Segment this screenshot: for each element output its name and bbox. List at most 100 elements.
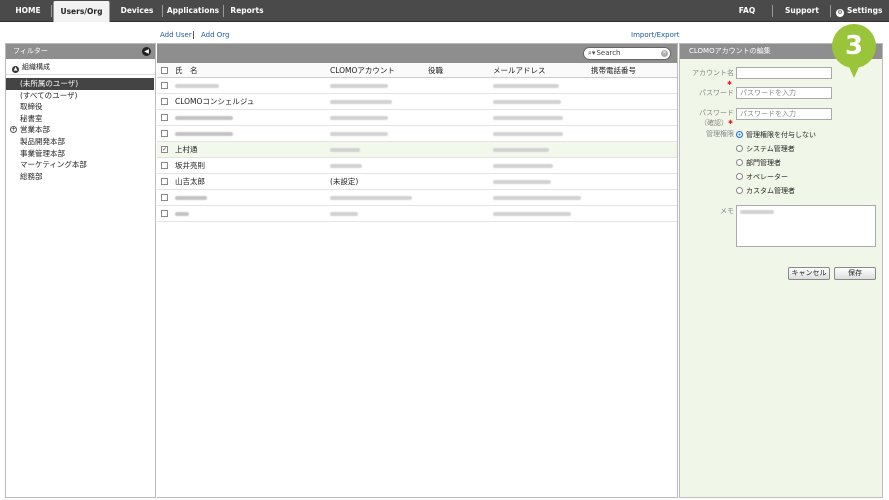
top-nav-bar: HOME Users/Org Devices Applications Repo… (0, 0, 889, 22)
nav-reports[interactable]: Reports (225, 0, 269, 22)
collapse-panel-icon[interactable]: ◀ (142, 47, 151, 56)
tree-item-all-users[interactable]: (すべてのユーザ) (6, 90, 155, 102)
password-confirm-field[interactable]: パスワードを入力 (736, 108, 832, 120)
import-export-link[interactable]: Import/Export (631, 31, 680, 39)
redacted-text (740, 210, 774, 214)
row-checkbox[interactable] (161, 130, 168, 137)
memo-textarea[interactable] (736, 205, 876, 247)
nav-support[interactable]: Support (782, 0, 822, 22)
nav-home[interactable]: HOME (6, 0, 50, 22)
role-option-label: カスタム管理者 (746, 187, 795, 195)
role-option-label: オペレーター (746, 173, 788, 181)
role-option-dept-admin[interactable]: 部門管理者 (736, 158, 781, 168)
row-checkbox[interactable] (161, 194, 168, 201)
search-icon: ⌕▾ (588, 49, 596, 57)
tree-item-directors[interactable]: 取締役 (6, 101, 155, 113)
password-confirm-sublabel: （確認） (700, 119, 728, 127)
save-button[interactable]: 保存 (834, 267, 876, 280)
row-checkbox[interactable] (161, 178, 168, 185)
row-checkbox[interactable] (161, 114, 168, 121)
filter-header: フィルター ◀ (6, 44, 155, 59)
nav-applications[interactable]: Applications (164, 0, 222, 22)
role-option-custom-admin[interactable]: カスタム管理者 (736, 186, 795, 196)
account-name-label: アカウント名 (692, 69, 734, 77)
nav-settings[interactable]: ⚙ Settings (836, 0, 882, 22)
table-row[interactable]: CLOMOコンシェルジュ (157, 94, 677, 110)
user-account: (未設定) (330, 177, 359, 186)
row-checkbox[interactable] (161, 162, 168, 169)
nav-divider (51, 5, 52, 17)
org-structure-toggle[interactable]: ▲ 組織構成 (6, 59, 155, 75)
tree-item-sales-label: 営業本部 (20, 125, 50, 135)
cancel-button[interactable]: キャンセル (788, 267, 830, 280)
select-all-checkbox[interactable] (161, 67, 168, 74)
radio-icon (736, 159, 743, 166)
redacted-text (175, 196, 207, 200)
nav-devices[interactable]: Devices (113, 0, 161, 22)
header-phone[interactable]: 携帯電話番号 (591, 63, 636, 78)
tree-item-general-affairs[interactable]: 総務部 (6, 171, 155, 183)
radio-selected-icon (736, 131, 743, 138)
redacted-text (330, 148, 360, 152)
expand-plus-icon[interactable]: + (10, 126, 17, 134)
role-option-system-admin[interactable]: システム管理者 (736, 144, 795, 154)
redacted-text (493, 148, 549, 152)
nav-divider (162, 5, 163, 17)
account-name-field[interactable] (736, 67, 832, 79)
redacted-text (175, 84, 219, 88)
role-option-label: システム管理者 (746, 145, 795, 153)
list-header-row: 氏 名 CLOMOアカウント 役職 メールアドレス 携帯電話番号 (157, 63, 677, 78)
table-row[interactable]: 山吉太郎 (未設定) (157, 174, 677, 190)
header-position[interactable]: 役職 (428, 63, 443, 78)
header-name[interactable]: 氏 名 (175, 63, 198, 78)
role-option-operator[interactable]: オペレーター (736, 172, 788, 182)
tree-item-sales[interactable]: + 営業本部 (6, 124, 155, 136)
nav-faq[interactable]: FAQ (732, 0, 762, 22)
radio-icon (736, 145, 743, 152)
row-checkbox-checked[interactable]: ✓ (161, 146, 168, 153)
row-checkbox[interactable] (161, 82, 168, 89)
org-structure-label: 組織構成 (22, 63, 50, 71)
header-email[interactable]: メールアドレス (493, 63, 546, 78)
table-row[interactable] (157, 206, 677, 222)
row-checkbox[interactable] (161, 98, 168, 105)
redacted-text (330, 132, 388, 136)
clear-search-icon[interactable]: ✕ (661, 50, 668, 57)
nav-divider (772, 5, 773, 17)
tree-item-marketing[interactable]: マーケティング本部 (6, 159, 155, 171)
tree-item-secretariat[interactable]: 秘書室 (6, 113, 155, 125)
table-row[interactable] (157, 78, 677, 94)
search-placeholder: Search (596, 49, 621, 57)
add-org-link[interactable]: Add Org (201, 31, 230, 39)
table-row[interactable] (157, 110, 677, 126)
filter-title: フィルター (13, 47, 48, 55)
tree-item-product-dev[interactable]: 製品開発本部 (6, 136, 155, 148)
tree-item-business-mgmt[interactable]: 事業管理本部 (6, 148, 155, 160)
tree-item-unassigned[interactable]: (未所属のユーザ) (6, 78, 154, 90)
user-name: CLOMOコンシェルジュ (175, 97, 255, 106)
table-row[interactable]: 坂井亮則 (157, 158, 677, 174)
table-row[interactable] (157, 126, 677, 142)
nav-settings-label: Settings (847, 6, 883, 15)
role-option-label: 管理権限を付与しない (746, 131, 816, 139)
table-row[interactable]: ✓ 上村通 (157, 142, 677, 158)
nav-divider (830, 5, 831, 17)
search-input[interactable]: ⌕▾Search ✕ (583, 47, 671, 60)
add-user-link[interactable]: Add User (160, 31, 192, 39)
nav-divider (223, 5, 224, 17)
list-toolbar: ⌕▾Search ✕ (157, 44, 677, 63)
row-checkbox[interactable] (161, 210, 168, 217)
table-row[interactable] (157, 190, 677, 206)
user-list-panel: ⌕▾Search ✕ 氏 名 CLOMOアカウント 役職 メールアドレス 携帯電… (157, 43, 678, 498)
user-name: 坂井亮則 (175, 161, 205, 170)
required-mark: ✱ (728, 119, 734, 126)
password-field[interactable]: パスワードを入力 (736, 87, 832, 99)
nav-users-org[interactable]: Users/Org (53, 1, 110, 22)
collapse-circle-icon: ▲ (12, 66, 19, 73)
redacted-text (330, 196, 412, 200)
role-label: 管理権限 (706, 130, 734, 138)
role-option-none[interactable]: 管理権限を付与しない (736, 130, 816, 140)
filter-panel: フィルター ◀ ▲ 組織構成 (未所属のユーザ) (すべてのユーザ) 取締役 秘書… (5, 43, 156, 498)
header-account[interactable]: CLOMOアカウント (330, 63, 395, 78)
redacted-text (493, 164, 553, 168)
